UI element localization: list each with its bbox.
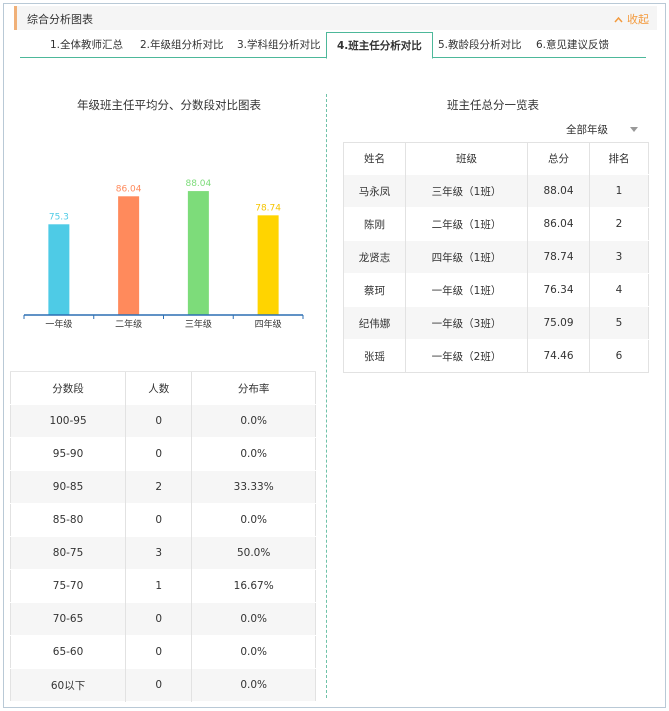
bar-value-label: 86.04: [116, 184, 142, 194]
table-row: 蔡珂 一年级（1班） 76.34 4: [343, 273, 649, 307]
table-cell: 70-65: [10, 602, 126, 636]
table-cell: 张瑶: [343, 339, 406, 373]
table-cell: 5: [589, 306, 649, 340]
table-cell: 0: [125, 635, 192, 669]
table-row: 张瑶 一年级（2班） 74.46 6: [343, 339, 649, 373]
table-cell: 74.46: [527, 339, 590, 373]
bar-value-label: 88.04: [185, 179, 211, 189]
table-cell: 0.0%: [191, 437, 316, 471]
table-cell: 65-60: [52, 646, 84, 658]
table-row: 85-80 0 0.0%: [10, 503, 316, 537]
table-cell: 4: [589, 273, 649, 307]
table-cell: 蔡珂: [343, 273, 406, 307]
table-cell: 陈刚: [343, 207, 406, 241]
column-header: 总分: [527, 142, 590, 175]
table-cell: 二年级（1班）: [405, 207, 528, 241]
table-cell: 95-90: [52, 448, 84, 460]
column-header: 排名: [589, 142, 649, 175]
bar-三年级[interactable]: [187, 191, 209, 315]
table-cell: 90-85: [10, 470, 126, 504]
table-cell: 一年级（3班）: [405, 306, 528, 340]
table-cell: 78.74: [527, 240, 590, 274]
x-tick-label: 三年级: [185, 318, 212, 330]
column-header: 分布率: [191, 371, 316, 405]
table-cell: 85-80: [52, 514, 84, 526]
table-cell: 一年级（2班）: [405, 339, 528, 373]
table-cell: 0: [125, 404, 192, 438]
table-cell: 0: [125, 668, 192, 702]
table-cell: 0.0%: [191, 668, 316, 702]
bar-value-label: 78.74: [255, 203, 281, 213]
table-cell: 80-75: [10, 536, 126, 570]
table-row: 马永凤 三年级（1班） 88.04 1: [343, 174, 649, 208]
table-row: 纪伟娜 一年级（3班） 75.09 5: [343, 306, 649, 340]
x-tick-label: 二年级: [115, 318, 142, 330]
ranking-title: 班主任总分一览表: [447, 98, 539, 112]
table-cell: 50.0%: [191, 536, 316, 570]
table-cell: 2: [125, 470, 192, 504]
table-cell: 100-95: [10, 404, 126, 438]
table-row: 80-75 3 50.0%: [10, 536, 316, 570]
table-header-row: 姓名 班级 总分 排名: [343, 142, 649, 175]
table-cell: 0.0%: [191, 635, 316, 669]
table-row: 100-95 0 0.0%: [10, 404, 316, 438]
column-header: 姓名: [343, 142, 406, 175]
table-cell: 75.09: [527, 306, 590, 340]
table-cell: 60以下: [10, 668, 126, 702]
table-cell: 1: [589, 174, 649, 208]
column-header: 分数段: [10, 371, 126, 405]
table-cell: 0.0%: [191, 503, 316, 537]
bar-一年级[interactable]: [48, 224, 70, 315]
table-cell: 2: [589, 207, 649, 241]
table-cell: 三年级（1班）: [405, 174, 528, 208]
table-cell: 纪伟娜: [343, 306, 406, 340]
table-row: 75-70 1 16.67%: [10, 569, 316, 603]
table-cell: 6: [589, 339, 649, 373]
table-cell: 3: [589, 240, 649, 274]
table-cell: 86.04: [527, 207, 590, 241]
x-tick-label: 四年级: [255, 318, 282, 330]
table-cell: 88.04: [527, 174, 590, 208]
table-cell: 16.67%: [191, 569, 316, 603]
column-header: 人数: [125, 371, 192, 405]
table-row: 65-60 0 0.0%: [10, 635, 316, 669]
caret-down-icon: [630, 127, 638, 132]
table-row: 龙贤志 四年级（1班） 78.74 3: [343, 240, 649, 274]
table-cell: 龙贤志: [343, 240, 406, 274]
x-tick-label: 一年级: [45, 318, 72, 330]
table-cell: 33.33%: [191, 470, 316, 504]
table-row: 95-90 0 0.0%: [10, 437, 316, 471]
bar-value-label: 75.3: [49, 212, 69, 222]
table-cell: 1: [125, 569, 192, 603]
table-row: 90-85 2 33.33%: [10, 470, 316, 504]
column-header: 班级: [405, 142, 528, 175]
table-row: 陈刚 二年级（1班） 86.04 2: [343, 207, 649, 241]
table-cell: 0: [125, 602, 192, 636]
table-cell: 一年级（1班）: [405, 273, 528, 307]
table-row: 60以下 0 0.0%: [10, 668, 316, 702]
table-cell: 3: [125, 536, 192, 570]
table-cell: 0.0%: [191, 602, 316, 636]
ranking-table: 姓名 班级 总分 排名 马永凤 三年级（1班） 88.04 1 陈刚 二年级（1班） 86.…: [343, 142, 649, 373]
bar-四年级[interactable]: [257, 215, 279, 315]
table-cell: 0.0%: [191, 404, 316, 438]
table-cell: 马永凤: [343, 174, 406, 208]
table-header-row: 分数段 人数 分布率: [10, 371, 316, 405]
table-row: 70-65 0 0.0%: [10, 602, 316, 636]
grade-filter-select[interactable]: 全部年级: [566, 122, 642, 138]
table-cell: 四年级（1班）: [405, 240, 528, 274]
table-cell: 75-70: [52, 580, 84, 592]
bar-二年级[interactable]: [118, 196, 140, 315]
table-cell: 0: [125, 503, 192, 537]
grade-filter-value: 全部年级: [566, 124, 608, 136]
table-cell: 0: [125, 437, 192, 471]
score-distribution-table: 分数段 人数 分布率 100-95 0 0.0% 95-90 0 0.0% 90-85 2 33…: [10, 371, 316, 702]
table-cell: 76.34: [527, 273, 590, 307]
